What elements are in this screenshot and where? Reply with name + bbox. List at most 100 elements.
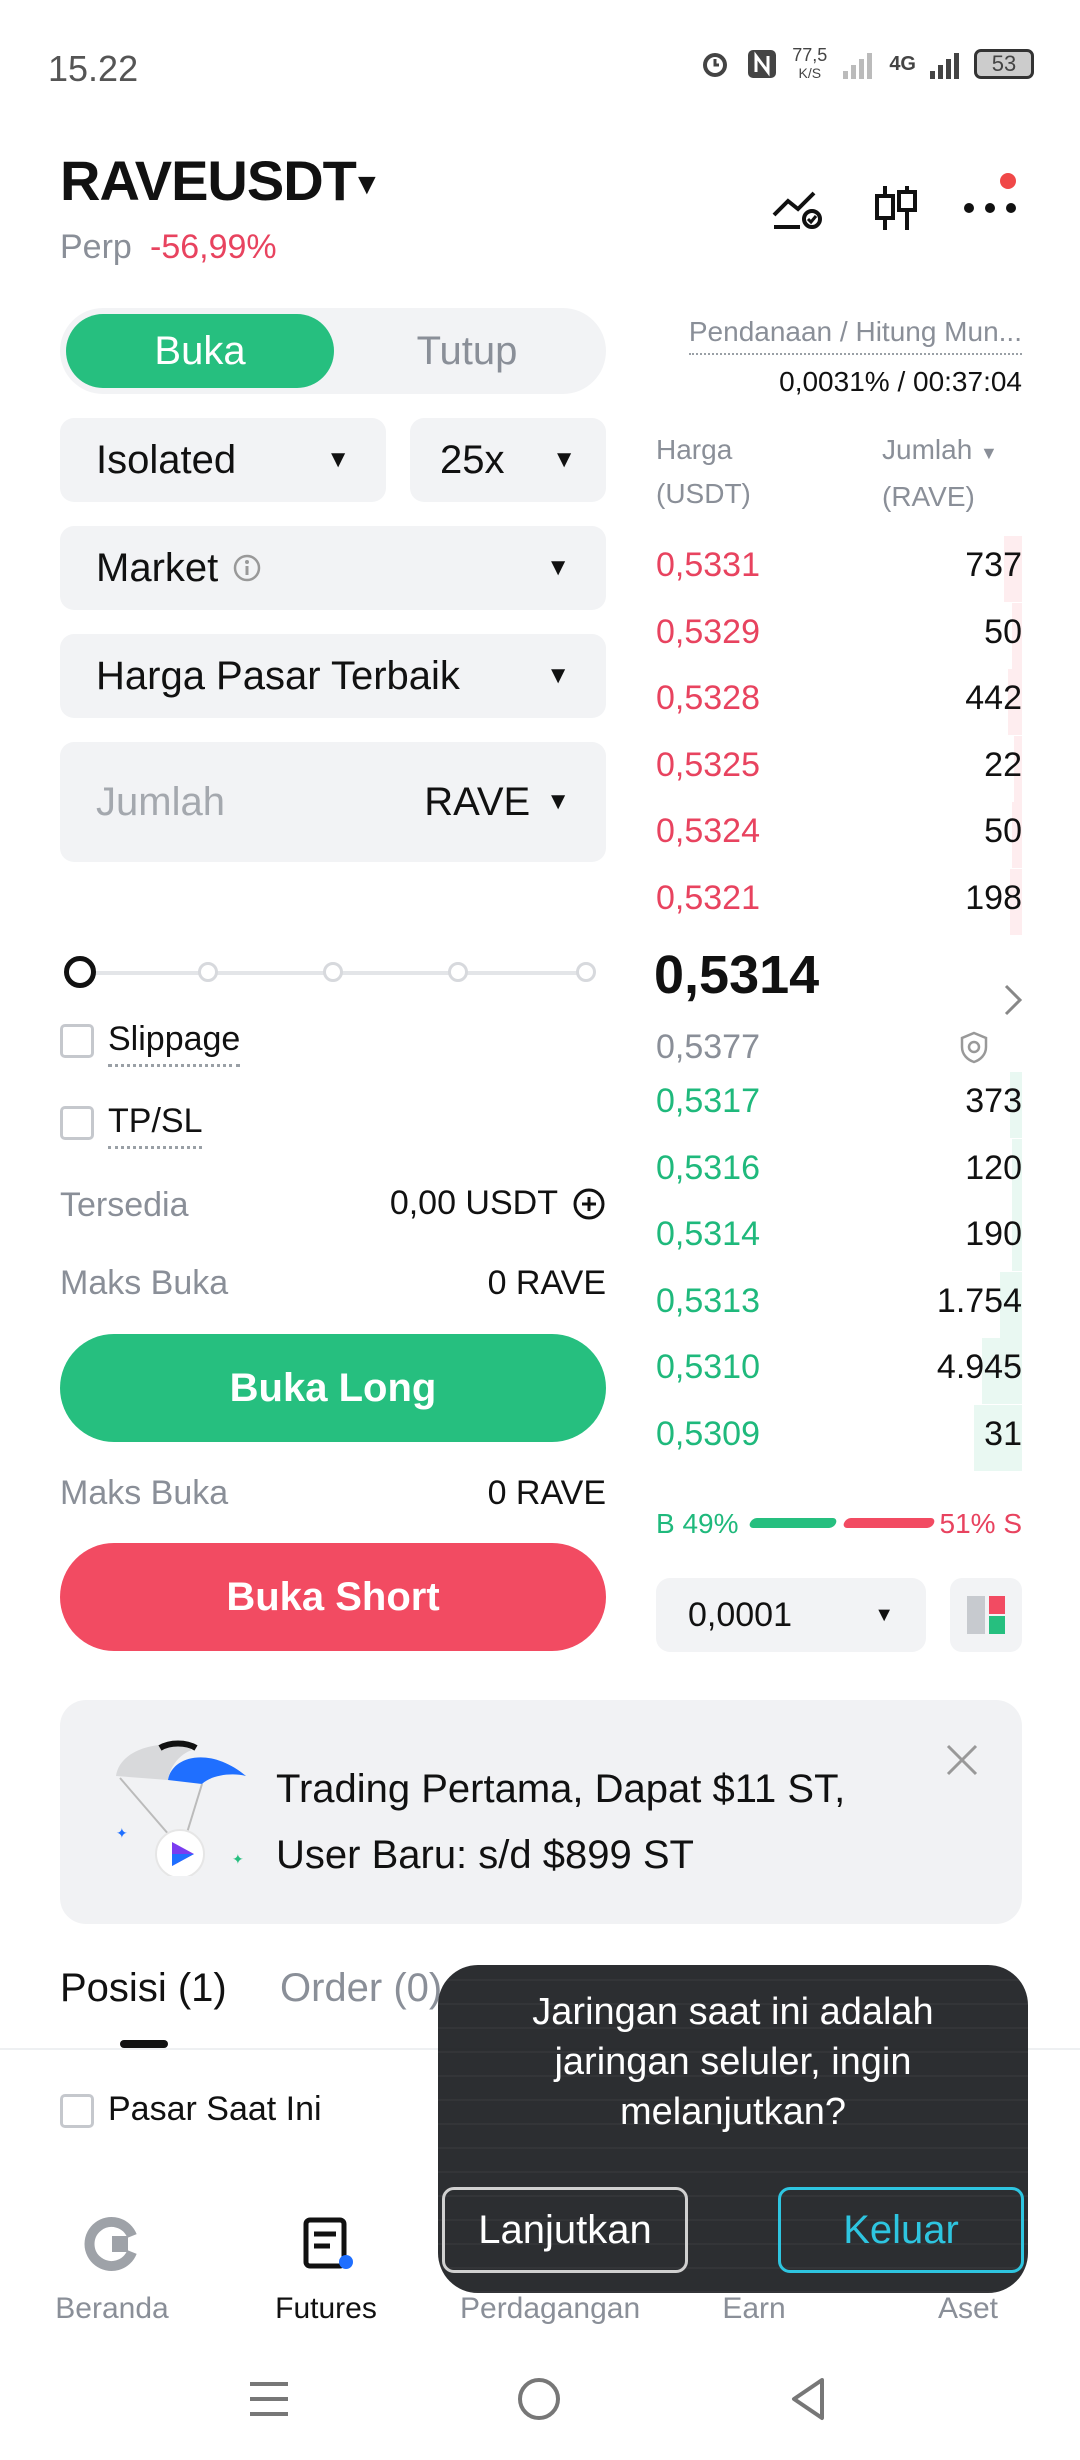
slider-step-100[interactable] [576,962,596,982]
max-open-short-value: 0 RAVE [487,1474,606,1512]
order-qty: 198 [965,878,1022,917]
slider-step-25[interactable] [198,962,218,982]
slider-step-75[interactable] [448,962,468,982]
ask-row[interactable]: 0,5321 198 [656,868,1022,935]
bid-row[interactable]: 0,5314 190 [656,1205,1022,1271]
tab-positions[interactable]: Posisi (1) [60,1966,227,2011]
battery-icon: 53 [974,49,1034,79]
leverage-select[interactable]: 25x ▼ [410,418,606,502]
close-icon[interactable] [944,1742,980,1783]
home-logo-icon [84,2217,137,2271]
sell-ratio: 51% S [939,1508,1023,1539]
signal-icon [930,53,959,79]
order-qty: 50 [984,612,1022,651]
back-icon[interactable] [786,2376,832,2427]
ask-row[interactable]: 0,5324 50 [656,802,1022,868]
open-short-button[interactable]: Buka Short [60,1543,606,1651]
net-speed: 77,5 K/S [792,45,828,81]
mark-price: 0,5377 [656,1028,760,1066]
order-price: 0,5324 [656,812,760,850]
ratio-bar-sell [842,1518,936,1528]
ask-row[interactable]: 0,5331 737 [656,536,1022,602]
promo-text: Trading Pertama, Dapat $11 ST, User Baru… [276,1767,846,1877]
current-market-checkbox[interactable] [60,2094,94,2128]
order-price: 0,5313 [656,1281,760,1320]
margin-mode-select[interactable]: Isolated ▼ [60,418,386,502]
amount-input[interactable]: Jumlah RAVE ▼ [60,742,606,862]
sort-down-icon: ▼ [980,443,998,463]
dialog-message: Jaringan saat ini adalah jaringan selule… [532,1991,934,2133]
order-price: 0,5321 [656,878,760,917]
chevron-right-icon[interactable] [1002,982,1026,1023]
tab-open[interactable]: Buka [66,314,334,388]
available-label: Tersedia [60,1186,189,1224]
bid-row[interactable]: 0,5310 4.945 [656,1338,1022,1404]
pair-title[interactable]: RAVEUSDT [60,148,357,213]
last-price: 0,5314 [654,945,820,1005]
order-price: 0,5317 [656,1082,760,1120]
bid-row[interactable]: 0,5309 31 [656,1404,1022,1471]
order-price: 0,5310 [656,1348,760,1386]
parachute-gift-icon: ✦ ✦ [110,1736,250,1879]
chart-alert-icon[interactable] [768,178,828,238]
available-row: 0,00 USDT [390,1184,606,1223]
chevron-down-icon: ▼ [546,662,570,689]
funding-label[interactable]: Pendanaan / Hitung Mun... [688,316,1022,355]
price-mode-select[interactable]: Harga Pasar Terbaik ▼ [60,634,606,718]
precision-select[interactable]: 0,0001 ▼ [656,1578,926,1652]
order-price: 0,5316 [656,1148,760,1187]
network-type: 4G [889,52,916,75]
qty-header[interactable]: Jumlah ▼ (RAVE) [882,428,1022,519]
status-time: 15.22 [48,48,139,89]
order-price: 0,5328 [656,679,760,717]
ask-row[interactable]: 0,5325 22 [656,735,1022,802]
order-qty: 22 [984,745,1022,784]
home-circle-icon[interactable] [516,2376,562,2427]
tpsl-label[interactable]: TP/SL [108,1102,203,1149]
nfc-icon [748,50,777,78]
price-change: -56,99% [150,228,277,266]
order-price: 0,5309 [656,1414,760,1453]
menu-icon[interactable] [246,2376,292,2427]
buy-ratio: B 49% [656,1508,739,1539]
info-icon[interactable] [232,553,262,583]
max-open-short-label: Maks Buka [60,1474,229,1512]
transfer-add-icon[interactable] [572,1187,606,1221]
order-price: 0,5314 [656,1215,760,1253]
exit-button[interactable]: Keluar [778,2187,1024,2273]
order-qty: 120 [965,1148,1022,1187]
continue-button[interactable]: Lanjutkan [442,2187,688,2273]
ratio-bar [748,1518,936,1528]
ratio-bar-buy [748,1518,839,1528]
candlestick-chart-icon[interactable] [866,178,926,238]
order-qty: 737 [965,546,1022,584]
tab-close[interactable]: Tutup [334,314,600,388]
chevron-down-icon: ▼ [546,788,570,815]
order-type-select[interactable]: Market ▼ [60,526,606,610]
orderbook-layout-icon[interactable] [950,1578,1022,1652]
network-warning-dialog: Jaringan saat ini adalah jaringan selule… [438,1965,1028,2293]
chevron-down-icon: ▼ [546,554,570,581]
current-market-label[interactable]: Pasar Saat Ini [108,2090,322,2129]
available-value: 0,00 USDT [389,1184,558,1222]
signal-weak-icon [843,53,873,79]
pair-dropdown-icon[interactable]: ▼ [352,168,382,202]
bid-row[interactable]: 0,5316 120 [656,1138,1022,1205]
order-qty: 1.754 [936,1281,1022,1320]
order-qty: 4.945 [936,1348,1022,1386]
order-qty: 190 [965,1215,1022,1253]
ask-row[interactable]: 0,5329 50 [656,602,1022,669]
max-open-long-value: 0 RAVE [487,1264,606,1302]
ask-row[interactable]: 0,5328 442 [656,669,1022,735]
slippage-checkbox[interactable] [60,1024,94,1058]
bid-row[interactable]: 0,5317 373 [656,1072,1022,1138]
slider-handle[interactable] [64,956,96,988]
tpsl-checkbox[interactable] [60,1106,94,1140]
slider-step-50[interactable] [323,962,343,982]
bid-row[interactable]: 0,5313 1.754 [656,1271,1022,1338]
order-qty: 442 [965,679,1022,717]
open-long-button[interactable]: Buka Long [60,1334,606,1442]
slippage-label[interactable]: Slippage [108,1020,241,1067]
amount-unit-select[interactable]: RAVE ▼ [424,780,570,825]
tab-orders[interactable]: Order (0) [280,1966,442,2011]
